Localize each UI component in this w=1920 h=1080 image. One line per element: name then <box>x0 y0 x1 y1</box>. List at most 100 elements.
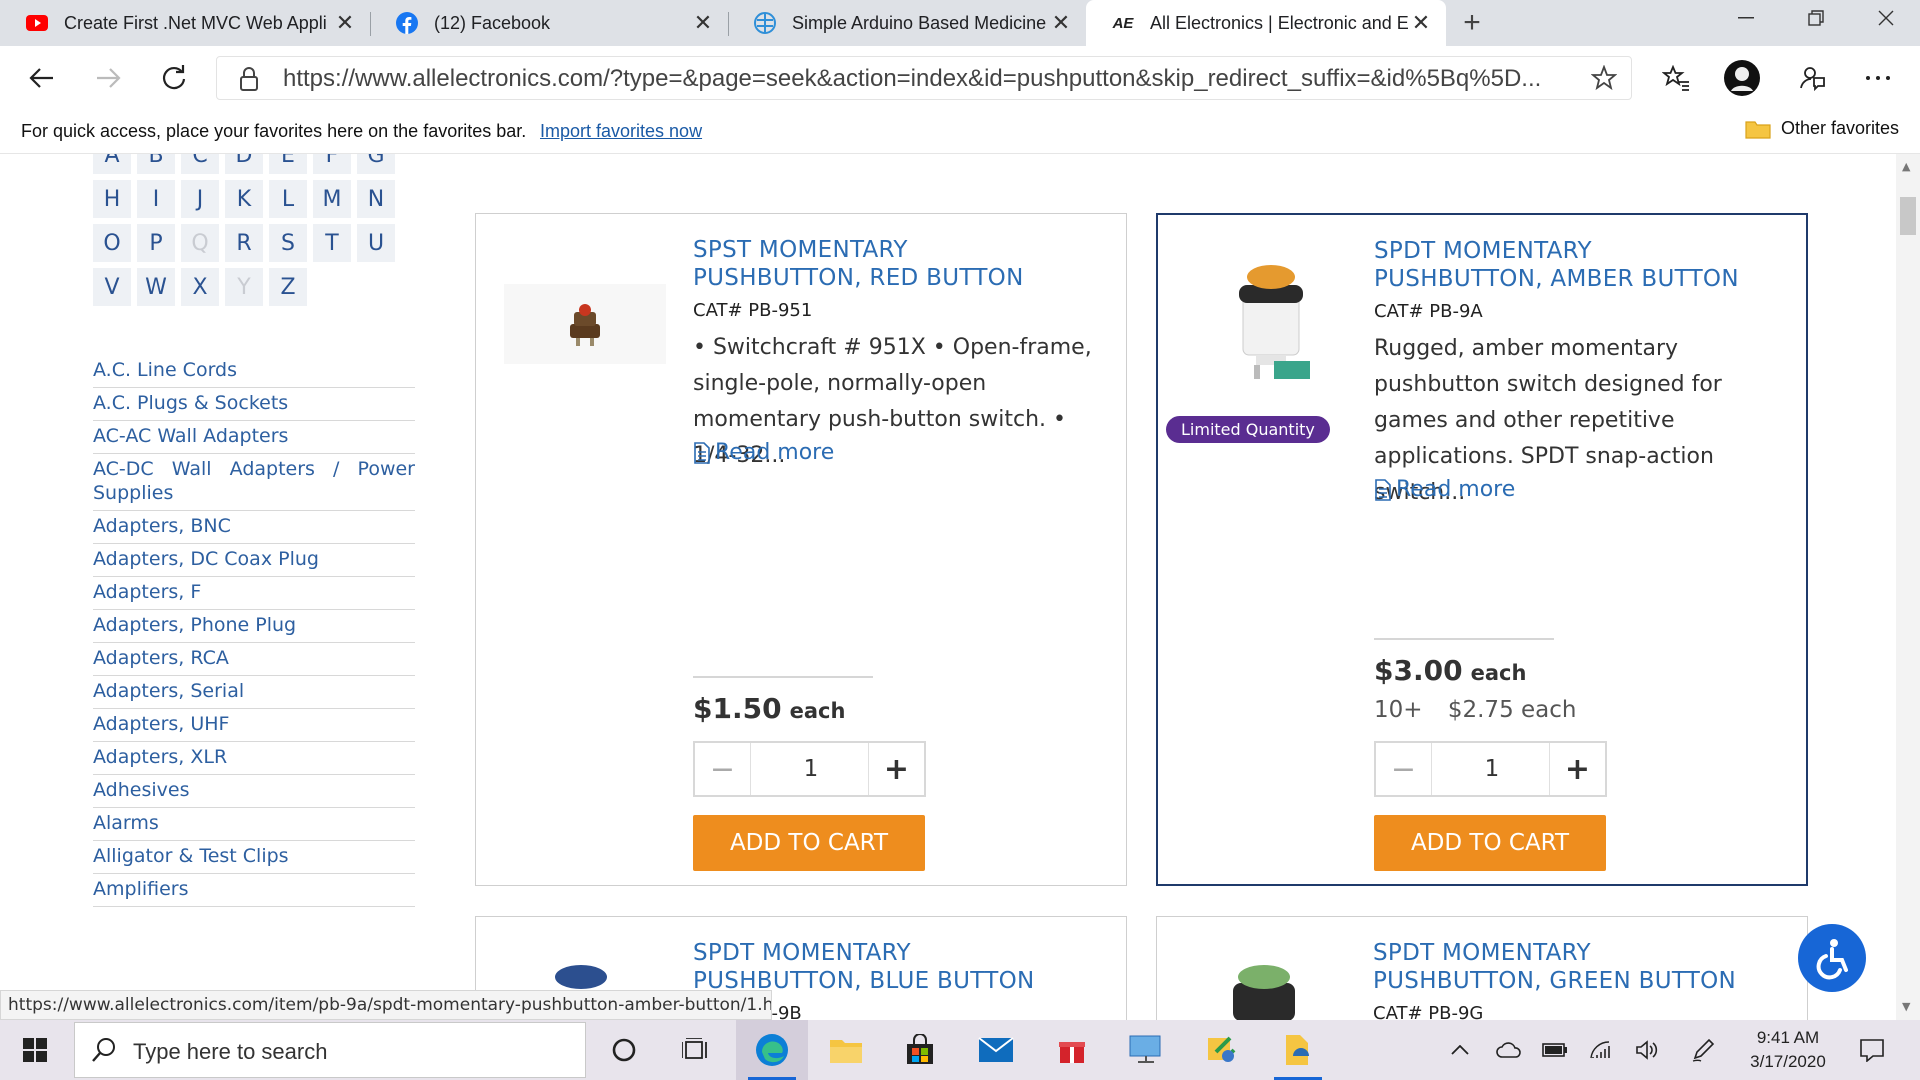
close-window-button[interactable] <box>1856 0 1916 36</box>
product-title-line[interactable]: PUSHBUTTON, RED BUTTON <box>693 264 1024 292</box>
scroll-up-icon[interactable]: ▲ <box>1902 160 1910 173</box>
minimize-button[interactable] <box>1716 0 1776 36</box>
tab-instructables[interactable]: Simple Arduino Based Medicine ✕ <box>728 0 1086 46</box>
favorite-star-icon[interactable] <box>1590 64 1618 96</box>
category-link[interactable]: Adhesives <box>93 775 415 808</box>
profile-avatar[interactable] <box>1722 58 1762 98</box>
increment-button[interactable]: + <box>1549 743 1605 795</box>
read-more-label[interactable]: Read more <box>715 440 834 465</box>
wifi-icon[interactable] <box>1586 1020 1616 1080</box>
letter-c[interactable]: C <box>181 154 219 174</box>
start-button[interactable] <box>0 1020 70 1080</box>
forward-button[interactable] <box>88 58 128 98</box>
cortana-button[interactable] <box>588 1020 660 1080</box>
taskbar-file-explorer[interactable] <box>810 1020 882 1080</box>
taskbar-gift[interactable] <box>1036 1020 1108 1080</box>
product-title-line[interactable]: SPDT MOMENTARY <box>693 939 1034 967</box>
taskbar-app[interactable] <box>1262 1020 1334 1080</box>
tab-all-electronics[interactable]: AE All Electronics | Electronic and El ✕ <box>1086 0 1446 46</box>
category-link[interactable]: Adapters, Serial <box>93 676 415 709</box>
letter-x[interactable]: X <box>181 268 219 306</box>
taskbar-search-box[interactable]: Type here to search <box>74 1022 586 1078</box>
product-title-line[interactable]: PUSHBUTTON, AMBER BUTTON <box>1374 265 1739 293</box>
letter-b[interactable]: B <box>137 154 175 174</box>
letter-g[interactable]: G <box>357 154 395 174</box>
refresh-button[interactable] <box>154 58 194 98</box>
product-title-line[interactable]: SPST MOMENTARY <box>693 236 1024 264</box>
letter-m[interactable]: M <box>313 180 351 218</box>
decrement-button[interactable]: − <box>1376 743 1432 795</box>
letter-h[interactable]: H <box>93 180 131 218</box>
letter-o[interactable]: O <box>93 224 131 262</box>
notifications-icon[interactable] <box>1852 1020 1892 1080</box>
close-tab-icon[interactable]: ✕ <box>1408 10 1434 36</box>
letter-z[interactable]: Z <box>269 268 307 306</box>
letter-f[interactable]: F <box>313 154 351 174</box>
category-link[interactable]: AC-DC Wall Adapters / Power Supplies <box>93 454 415 511</box>
taskbar-edge[interactable] <box>736 1020 808 1080</box>
taskbar-remote-desktop[interactable] <box>1110 1020 1182 1080</box>
pen-icon[interactable] <box>1688 1020 1718 1080</box>
product-title-line[interactable]: PUSHBUTTON, GREEN BUTTON <box>1373 967 1736 995</box>
restore-button[interactable] <box>1786 0 1846 36</box>
battery-icon[interactable] <box>1540 1020 1570 1080</box>
product-image[interactable] <box>1227 961 1301 1020</box>
volume-icon[interactable] <box>1632 1020 1662 1080</box>
product-title-line[interactable]: SPDT MOMENTARY <box>1373 939 1736 967</box>
decrement-button[interactable]: − <box>695 743 751 795</box>
letter-v[interactable]: V <box>93 268 131 306</box>
url-text[interactable]: https://www.allelectronics.com/?type=&pa… <box>283 57 1568 101</box>
category-link[interactable]: Adapters, BNC <box>93 511 415 544</box>
page-scrollbar[interactable]: ▲ ▼ <box>1896 154 1920 1020</box>
letter-a[interactable]: A <box>93 154 131 174</box>
taskbar-mail[interactable] <box>960 1020 1032 1080</box>
product-title[interactable]: SPDT MOMENTARY PUSHBUTTON, AMBER BUTTON <box>1374 237 1739 293</box>
back-button[interactable] <box>22 58 62 98</box>
category-link[interactable]: Amplifiers <box>93 874 415 907</box>
show-hidden-icons-chevron[interactable] <box>1448 1020 1472 1080</box>
category-link[interactable]: Alligator & Test Clips <box>93 841 415 874</box>
category-link[interactable]: A.C. Plugs & Sockets <box>93 388 415 421</box>
category-link[interactable]: A.C. Line Cords <box>93 355 415 388</box>
category-link[interactable]: Adapters, Phone Plug <box>93 610 415 643</box>
task-view-button[interactable] <box>660 1020 732 1080</box>
product-image[interactable] <box>504 284 666 364</box>
letter-w[interactable]: W <box>137 268 175 306</box>
letter-k[interactable]: K <box>225 180 263 218</box>
letter-i[interactable]: I <box>137 180 175 218</box>
tab-youtube[interactable]: Create First .Net MVC Web Appli ✕ <box>0 0 370 46</box>
lock-icon[interactable] <box>239 67 259 96</box>
more-menu-button[interactable] <box>1858 58 1898 98</box>
new-tab-button[interactable]: + <box>1455 6 1489 40</box>
add-to-cart-button[interactable]: ADD TO CART <box>693 815 925 871</box>
favorites-button[interactable] <box>1656 58 1696 98</box>
category-link[interactable]: Adapters, XLR <box>93 742 415 775</box>
category-link[interactable]: Alarms <box>93 808 415 841</box>
category-link[interactable]: AC-AC Wall Adapters <box>93 421 415 454</box>
other-favorites-folder[interactable]: Other favorites <box>1745 118 1899 139</box>
quantity-value[interactable]: 1 <box>751 743 871 795</box>
letter-j[interactable]: J <box>181 180 219 218</box>
letter-t[interactable]: T <box>313 224 351 262</box>
category-link[interactable]: Adapters, RCA <box>93 643 415 676</box>
letter-u[interactable]: U <box>357 224 395 262</box>
close-tab-icon[interactable]: ✕ <box>332 10 358 36</box>
read-more-link[interactable]: Read more <box>693 440 834 465</box>
accessibility-button[interactable] <box>1798 924 1866 992</box>
letter-d[interactable]: D <box>225 154 263 174</box>
feedback-button[interactable] <box>1792 58 1832 98</box>
category-link[interactable]: Adapters, DC Coax Plug <box>93 544 415 577</box>
scroll-down-icon[interactable]: ▼ <box>1902 1000 1910 1013</box>
scroll-thumb[interactable] <box>1900 197 1916 235</box>
product-title[interactable]: SPDT MOMENTARY PUSHBUTTON, GREEN BUTTON <box>1373 939 1736 995</box>
product-title[interactable]: SPST MOMENTARY PUSHBUTTON, RED BUTTON <box>693 236 1024 292</box>
onedrive-icon[interactable] <box>1494 1020 1524 1080</box>
quantity-stepper[interactable]: − 1 + <box>693 741 926 797</box>
close-tab-icon[interactable]: ✕ <box>690 10 716 36</box>
letter-e[interactable]: E <box>269 154 307 174</box>
close-tab-icon[interactable]: ✕ <box>1048 10 1074 36</box>
tab-facebook[interactable]: (12) Facebook ✕ <box>370 0 728 46</box>
taskbar-store[interactable] <box>884 1020 956 1080</box>
read-more-label[interactable]: Read more <box>1396 477 1515 502</box>
category-link[interactable]: Adapters, F <box>93 577 415 610</box>
